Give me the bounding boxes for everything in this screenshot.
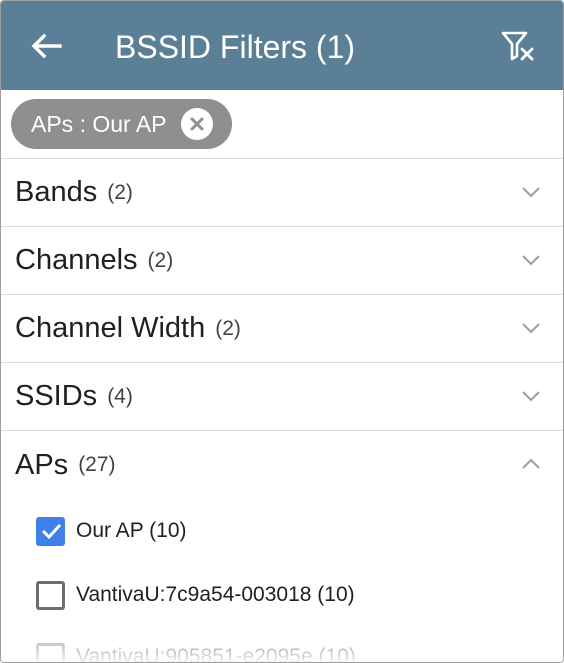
section-count: (2) <box>107 180 133 204</box>
section-count: (2) <box>147 248 174 272</box>
section-title: Channel Width <box>15 312 206 344</box>
section-title: SSIDs <box>15 380 98 412</box>
checkmark-icon <box>41 523 61 540</box>
ap-label: VantivaU:905851-e2095e (10) <box>76 645 356 663</box>
filter-chip-label: APs : Our AP <box>31 110 167 137</box>
chevron-down-icon <box>522 323 540 334</box>
section-aps[interactable]: APs (27) <box>1 431 563 499</box>
close-circle-icon <box>190 117 203 131</box>
section-count: (2) <box>215 316 241 340</box>
remove-filter-button[interactable] <box>180 108 213 140</box>
clear-filters-button[interactable] <box>499 28 539 64</box>
list-item[interactable]: VantivaU:905851-e2095e (10) <box>1 629 563 663</box>
section-title: APs <box>15 448 69 481</box>
ap-label: Our AP (10) <box>76 519 187 542</box>
section-channel-width[interactable]: Channel Width (2) <box>1 295 563 363</box>
filter-clear-icon <box>501 31 534 61</box>
section-count: (4) <box>107 384 133 408</box>
list-item[interactable]: Our AP (10) <box>1 503 563 559</box>
checkbox-checked[interactable] <box>36 516 65 546</box>
section-title: Channels <box>15 244 138 276</box>
chevron-down-icon <box>522 391 540 402</box>
section-ssids[interactable]: SSIDs (4) <box>1 363 563 431</box>
section-bands[interactable]: Bands (2) <box>1 159 563 227</box>
bssid-filters-screen: BSSID Filters (1) APs : Our AP Bands (2)… <box>0 0 564 663</box>
arrow-left-icon <box>31 33 62 59</box>
chevron-up-icon <box>522 458 540 469</box>
active-filters-row: APs : Our AP <box>1 90 563 159</box>
chevron-down-icon <box>522 187 540 198</box>
checkbox-unchecked[interactable] <box>36 642 65 662</box>
checkbox-unchecked[interactable] <box>36 580 65 610</box>
section-channels[interactable]: Channels (2) <box>1 227 563 295</box>
list-item[interactable]: VantivaU:7c9a54-003018 (10) <box>1 567 563 623</box>
filter-chip-aps: APs : Our AP <box>11 99 232 149</box>
ap-label: VantivaU:7c9a54-003018 (10) <box>76 583 355 606</box>
app-bar: BSSID Filters (1) <box>1 1 563 90</box>
section-count: (27) <box>78 453 116 476</box>
section-title: Bands <box>15 176 98 208</box>
page-title: BSSID Filters (1) <box>115 29 356 65</box>
chevron-down-icon <box>522 255 540 266</box>
back-button[interactable] <box>27 29 65 63</box>
